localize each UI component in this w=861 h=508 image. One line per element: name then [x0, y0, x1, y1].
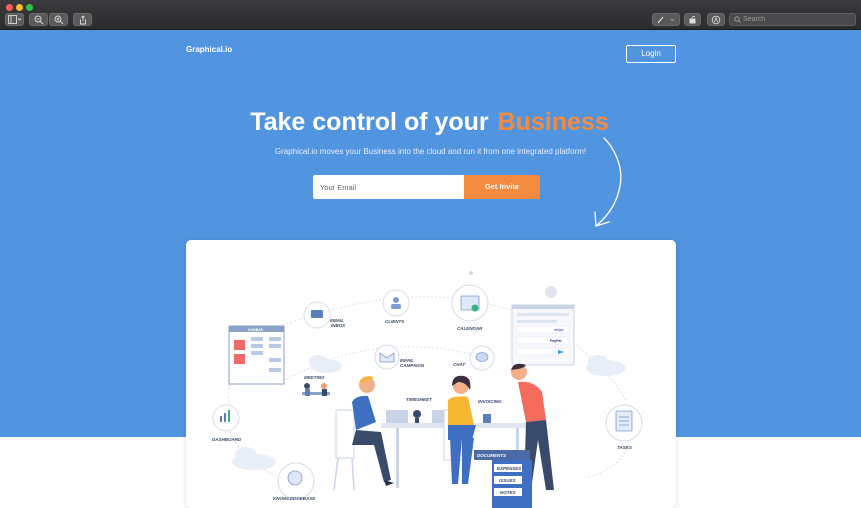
zoom-in-icon [54, 15, 63, 25]
laptop-left [386, 410, 408, 423]
headline-highlight-text: Business [497, 108, 609, 136]
share-icon [79, 15, 86, 25]
label-invoicing: INVOICING [478, 399, 502, 404]
cloud-shapes [232, 355, 626, 470]
label-knowledgebase: KNOWLEDGEBASE [273, 496, 316, 501]
search-field[interactable] [729, 13, 856, 26]
person-left [333, 376, 394, 491]
zoom-out-icon [34, 15, 43, 25]
label-meeting: MEETING [304, 375, 325, 380]
zoom-window-button[interactable] [26, 4, 33, 11]
label-documents: DOCUMENTS [477, 453, 506, 458]
label-stripe: stripe [554, 328, 564, 332]
headline-highlight: Business [496, 108, 611, 137]
desk-leg [396, 428, 399, 488]
dashboard-glyph [220, 416, 222, 422]
sidebar-icon [7, 15, 21, 24]
headline-text: Take control of your [250, 108, 489, 136]
label-chat: CHAT [453, 362, 466, 367]
viewer-toolbar [0, 0, 861, 30]
decor-dot [545, 286, 557, 298]
label-calendar: CALENDAR [457, 326, 483, 331]
label-email-campaign-2: CAMPAIGN [400, 363, 425, 368]
rotate-button[interactable] [684, 13, 701, 26]
kanban-board: KANBAN [228, 325, 285, 385]
zoom-in-button[interactable] [49, 13, 68, 26]
timesheet-clock [413, 410, 421, 418]
login-button[interactable]: Login [626, 45, 676, 63]
inbox-glyph [311, 310, 323, 318]
share-button[interactable] [73, 13, 92, 26]
invoicing-panel: stripe PayPal [511, 304, 575, 366]
coffee-mug [483, 414, 491, 423]
label-clients: CLIENTS [385, 319, 404, 324]
email-input[interactable] [313, 175, 465, 199]
clients-glyph [393, 297, 399, 303]
pen-icon [657, 16, 675, 24]
email-campaign-icon [374, 344, 400, 370]
label-email-inbox-2: INBOX [331, 323, 346, 328]
label-notes: NOTES [500, 490, 516, 495]
search-input[interactable] [743, 14, 851, 25]
label-paypal: PayPal [550, 339, 562, 343]
hero-headline: Take control of your Business [0, 108, 861, 137]
search-icon [734, 16, 741, 23]
hero-subline: Graphical.io moves your Business into th… [274, 147, 587, 156]
close-window-button[interactable] [6, 4, 13, 11]
person-middle [443, 375, 476, 484]
label-dashboard: DASHBOARD [212, 437, 242, 442]
markup-toolbar-button[interactable] [707, 13, 725, 26]
decor-dot-small [469, 271, 473, 275]
knowledgebase-glyph [287, 470, 303, 486]
markup-pen-button[interactable] [652, 13, 680, 26]
meeting-scene [302, 383, 330, 396]
rotate-icon [689, 15, 695, 24]
teamwork-illustration: KANBAN stripe PayPal EMAIL INBOX CLIENTS… [212, 271, 643, 508]
label-issues: ISSUES [499, 478, 516, 483]
chat-glyph [475, 352, 489, 362]
get-invite-button[interactable]: Get Invite [464, 175, 540, 199]
minimize-window-button[interactable] [16, 4, 23, 11]
label-kanban: KANBAN [248, 328, 264, 332]
brand-logo[interactable]: Graphical.io [186, 45, 232, 54]
label-expenses: EXPENSES [497, 466, 521, 471]
label-tasks: TASKS [617, 445, 632, 450]
markup-icon [711, 15, 721, 25]
feature-icons [212, 284, 643, 500]
hand-drawn-arrow-icon [594, 137, 622, 227]
product-illustration-card: KANBAN stripe PayPal EMAIL INBOX CLIENTS… [186, 240, 676, 508]
zoom-out-button[interactable] [29, 13, 48, 26]
sidebar-toggle-button[interactable] [5, 13, 24, 26]
label-timesheet: TIMESHEET [406, 397, 433, 402]
